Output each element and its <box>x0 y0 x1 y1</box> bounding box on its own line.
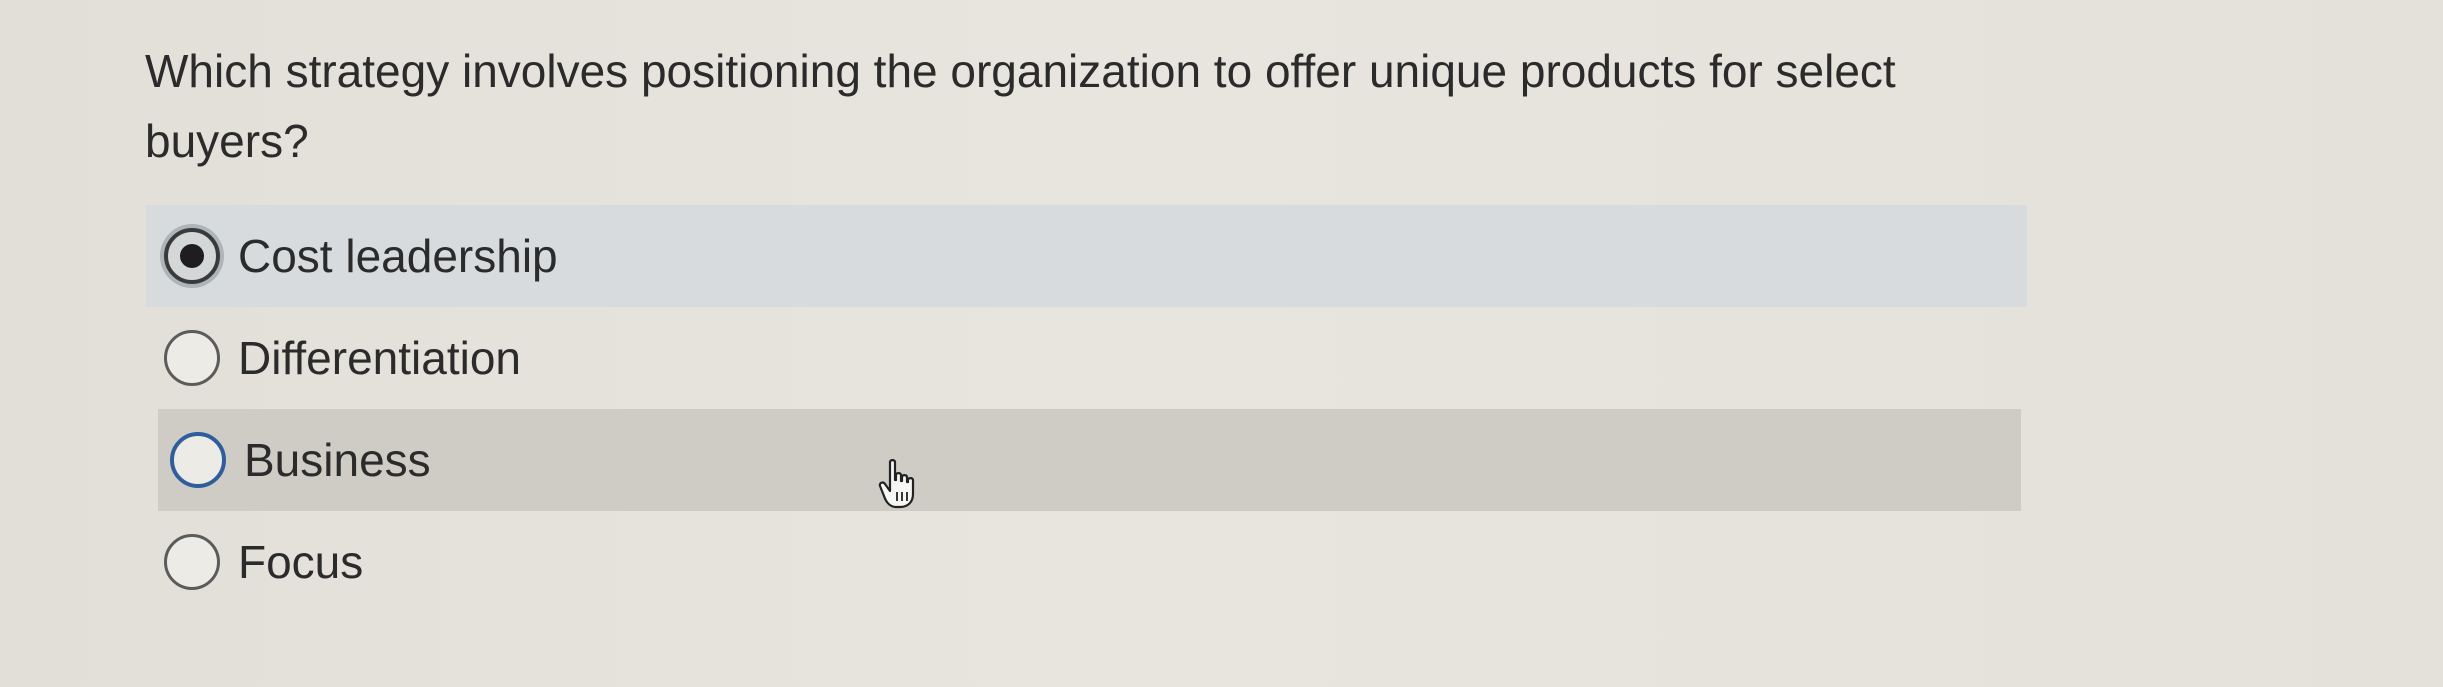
option-differentiation[interactable]: Differentiation <box>152 307 2027 409</box>
question-text: Which strategy involves positioning the … <box>145 45 1896 167</box>
option-label: Focus <box>238 536 364 588</box>
radio-focused-icon[interactable] <box>170 432 226 488</box>
option-label: Cost leadership <box>238 230 558 282</box>
radio-empty-icon[interactable] <box>164 534 220 590</box>
hand-pointer-icon <box>878 459 915 509</box>
radio-empty-icon[interactable] <box>164 330 220 386</box>
radio-selected-icon[interactable] <box>164 228 220 284</box>
option-label: Differentiation <box>238 332 521 384</box>
option-business[interactable]: Business <box>158 409 2021 511</box>
option-cost-leadership[interactable]: Cost leadership <box>146 205 2027 307</box>
option-focus[interactable]: Focus <box>152 511 2027 613</box>
answer-options: Cost leadership Differentiation Business… <box>146 205 2027 613</box>
quiz-page: Which strategy involves positioning the … <box>0 0 2443 687</box>
option-label: Business <box>244 434 431 486</box>
